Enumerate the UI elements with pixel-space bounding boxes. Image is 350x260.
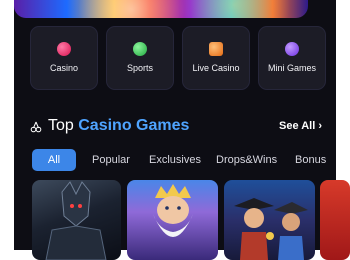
section-title-accent: Casino Games: [78, 117, 190, 134]
cherry-icon: [57, 42, 71, 56]
dice-icon: [209, 42, 223, 56]
category-label: Casino: [49, 63, 78, 73]
game-art: [153, 184, 193, 237]
see-all-label: See All: [279, 120, 316, 132]
game-tile[interactable]: [320, 180, 350, 260]
tab-exclusives[interactable]: Exclusives: [149, 149, 201, 171]
category-sports[interactable]: Sports: [106, 26, 174, 90]
category-casino[interactable]: Casino: [30, 26, 98, 90]
game-tile[interactable]: [32, 180, 121, 260]
category-label: Sports: [126, 63, 153, 73]
see-all-link[interactable]: See All ›: [279, 120, 322, 132]
cherry-icon: [30, 121, 42, 133]
game-art: [45, 181, 107, 260]
game-tile[interactable]: [224, 180, 315, 260]
soccer-ball-icon: [133, 42, 147, 56]
tab-all[interactable]: All: [32, 149, 76, 171]
chevron-right-icon: ›: [318, 120, 323, 132]
gamepad-icon: [285, 42, 299, 56]
promo-banner[interactable]: [14, 0, 308, 18]
screen: Casino Sports Live Casino Mini Games Top…: [0, 0, 350, 260]
game-art: [234, 198, 308, 260]
game-filter-tabs: All Popular Exclusives Drops&Wins Bonus: [30, 149, 350, 171]
category-row: Casino Sports Live Casino Mini Games: [16, 26, 336, 90]
tab-bonus[interactable]: Bonus: [295, 149, 326, 171]
game-tile[interactable]: [127, 180, 218, 260]
category-live-casino[interactable]: Live Casino: [182, 26, 250, 90]
category-label: Mini Games: [267, 63, 316, 73]
section-title-prefix: Top: [48, 117, 74, 134]
category-label: Live Casino: [192, 63, 240, 73]
tab-drops-wins[interactable]: Drops&Wins: [216, 149, 277, 171]
section-title: Top Casino Games: [48, 117, 189, 135]
category-mini-games[interactable]: Mini Games: [258, 26, 326, 90]
tab-popular[interactable]: Popular: [92, 149, 130, 171]
